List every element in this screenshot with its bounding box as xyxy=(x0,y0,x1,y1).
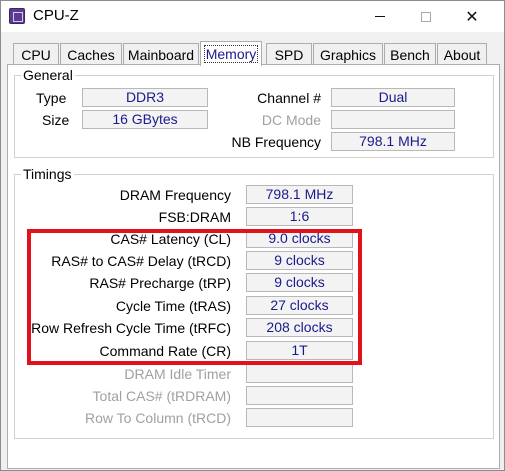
timing-label: Row Refresh Cycle Time (tRFC) xyxy=(31,320,231,336)
timing-label: DRAM Frequency xyxy=(119,187,231,203)
timing-value: 798.1 MHz xyxy=(246,185,353,204)
size-label: Size xyxy=(42,112,70,128)
timing-value: 9 clocks xyxy=(246,273,353,292)
timing-label: Row To Column (tRCD) xyxy=(85,410,231,426)
channel-value: Dual xyxy=(331,88,455,107)
nb-frequency-label: NB Frequency xyxy=(231,134,321,150)
timing-label: Command Rate (CR) xyxy=(99,343,231,359)
timings-group-title: Timings xyxy=(21,166,74,182)
tab-strip: CPU Caches Mainboard Memory SPD Graphics… xyxy=(7,41,502,66)
cpuz-app-icon xyxy=(9,8,25,24)
dc-mode-label: DC Mode xyxy=(261,112,321,128)
close-button[interactable]: ✕ xyxy=(449,1,495,32)
timing-value: 9 clocks xyxy=(246,251,353,270)
timing-value: 9.0 clocks xyxy=(246,229,353,248)
type-label: Type xyxy=(36,90,67,106)
window-title: CPU-Z xyxy=(33,7,79,24)
type-value: DDR3 xyxy=(82,88,208,107)
tab-graphics[interactable]: Graphics xyxy=(313,43,383,65)
timing-label: Cycle Time (tRAS) xyxy=(115,298,231,314)
timing-label: FSB:DRAM xyxy=(158,209,231,225)
title-bar[interactable]: CPU-Z ✕ xyxy=(1,1,504,32)
close-icon: ✕ xyxy=(465,7,479,26)
timing-label: DRAM Idle Timer xyxy=(124,366,231,382)
nb-frequency-value: 798.1 MHz xyxy=(331,132,455,151)
cpuz-window: CPU-Z ✕ CPU Caches Mainboard Memory SPD … xyxy=(0,0,505,471)
tab-bench[interactable]: Bench xyxy=(384,43,436,65)
timing-label: CAS# Latency (CL) xyxy=(110,231,231,247)
maximize-button[interactable] xyxy=(403,1,449,32)
general-group-title: General xyxy=(21,67,75,83)
tab-about[interactable]: About xyxy=(437,43,487,65)
tab-mainboard[interactable]: Mainboard xyxy=(123,43,199,65)
timing-value xyxy=(246,364,353,383)
timing-value: 1:6 xyxy=(246,207,353,226)
tab-caches[interactable]: Caches xyxy=(60,43,122,65)
timing-label: Total CAS# (tRDRAM) xyxy=(92,388,231,404)
tab-spd[interactable]: SPD xyxy=(266,43,312,65)
timing-value xyxy=(246,386,353,405)
size-value: 16 GBytes xyxy=(82,110,208,129)
timing-value: 208 clocks xyxy=(246,318,353,337)
tab-cpu[interactable]: CPU xyxy=(13,43,59,65)
tab-memory[interactable]: Memory xyxy=(200,41,262,66)
maximize-icon xyxy=(421,11,431,22)
timing-label: RAS# Precharge (tRP) xyxy=(89,275,231,291)
channel-label: Channel # xyxy=(257,90,321,106)
minimize-button[interactable] xyxy=(357,1,403,32)
timing-value: 1T xyxy=(246,341,353,360)
timing-label: RAS# to CAS# Delay (tRCD) xyxy=(51,253,231,269)
dc-mode-value xyxy=(331,110,455,129)
minimize-icon xyxy=(375,16,385,17)
timing-value xyxy=(246,408,353,427)
timing-value: 27 clocks xyxy=(246,296,353,315)
